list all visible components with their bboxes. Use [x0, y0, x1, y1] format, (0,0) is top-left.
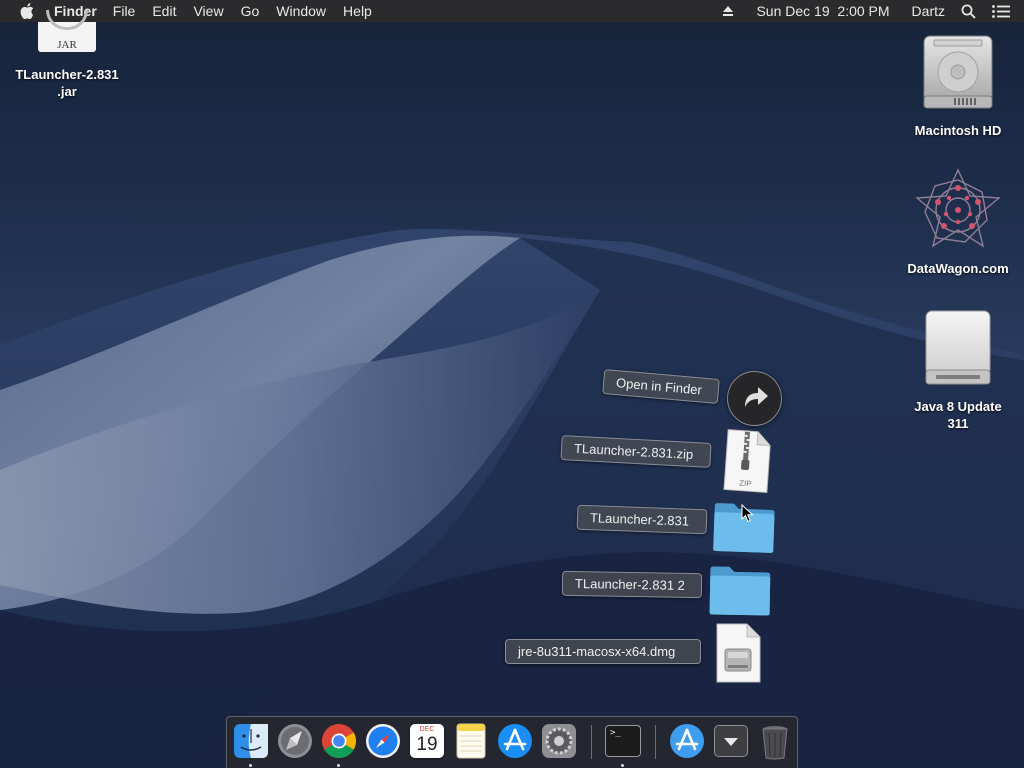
terminal-prompt: >_ [610, 728, 621, 738]
dock-chrome-icon[interactable] [319, 721, 359, 761]
desktop-icon-label: TLauncher-2.831 [15, 67, 119, 82]
desktop-icon-java-update[interactable]: Java 8 Update 311 [898, 308, 1018, 432]
dock-separator [591, 725, 592, 759]
desktop-icon-label: DataWagon.com [907, 261, 1009, 276]
menu-user-name[interactable]: Dartz [912, 3, 945, 19]
apple-menu-icon[interactable] [20, 3, 38, 19]
desktop-icon-label: Macintosh HD [914, 123, 1002, 138]
datawagon-star-icon [915, 168, 1001, 248]
menu-view[interactable]: View [193, 0, 223, 22]
jar-file-icon: JAR [38, 10, 96, 52]
calendar-day: 19 [416, 734, 438, 755]
dock-trash-icon[interactable] [755, 721, 795, 761]
dock-separator [655, 725, 656, 759]
eject-icon[interactable] [722, 5, 734, 17]
dock-finder-icon[interactable] [231, 721, 271, 761]
menu-window[interactable]: Window [276, 0, 326, 22]
dock-calendar-icon[interactable]: DEC 19 [407, 721, 447, 761]
folder-icon[interactable] [709, 565, 772, 616]
notification-center-icon[interactable] [992, 4, 1010, 18]
dock-system-preferences-icon[interactable] [539, 721, 579, 761]
hard-drive-icon [923, 35, 993, 109]
desktop-icon-tlauncher-jar[interactable]: JAR TLauncher-2.831 .jar [0, 10, 134, 100]
dock-terminal-icon[interactable]: >_ [603, 721, 643, 761]
dock-downloads-stack-icon[interactable] [711, 721, 751, 761]
desktop-icon-datawagon[interactable]: DataWagon.com [898, 168, 1018, 277]
jar-badge: JAR [57, 39, 77, 51]
dock-notes-icon[interactable] [451, 721, 491, 761]
stack-item-label[interactable]: TLauncher-2.831 2 [561, 570, 703, 599]
dock-applications-folder-icon[interactable] [667, 721, 707, 761]
dock-safari-icon[interactable] [363, 721, 403, 761]
menu-edit[interactable]: Edit [152, 0, 176, 22]
disk-image-icon[interactable] [715, 623, 761, 683]
menu-extras: Sun Dec 19 2:00 PM Dartz [722, 0, 1024, 22]
removable-disk-icon [925, 310, 991, 385]
desktop-icon-label: 311 [947, 416, 969, 431]
menu-go[interactable]: Go [241, 0, 260, 22]
menu-bar: Finder File Edit View Go Window Help Sun… [0, 0, 1024, 22]
dock: DEC 19 >_ [226, 716, 798, 768]
menu-clock[interactable]: Sun Dec 19 2:00 PM [756, 3, 889, 19]
desktop-icon-label: Java 8 Update [914, 399, 1002, 414]
stack-item-label[interactable]: TLauncher-2.831 [576, 504, 708, 535]
desktop-icon-macintosh-hd[interactable]: Macintosh HD [898, 32, 1018, 139]
open-in-finder-arrow-icon[interactable] [727, 371, 782, 426]
dock-running-indicator [249, 764, 252, 767]
menu-help[interactable]: Help [343, 0, 372, 22]
dock-running-indicator [621, 764, 624, 767]
spotlight-search-icon[interactable] [961, 4, 976, 19]
mouse-cursor-icon [741, 504, 754, 523]
zip-archive-icon[interactable]: ZIP [722, 428, 772, 493]
dock-launchpad-icon[interactable] [275, 721, 315, 761]
stack-item-label[interactable]: jre-8u311-macosx-x64.dmg [505, 639, 701, 664]
dock-running-indicator [337, 764, 340, 767]
dock-app-store-icon[interactable] [495, 721, 535, 761]
menu-file[interactable]: File [113, 0, 136, 22]
calendar-month: DEC [419, 726, 435, 733]
desktop-icon-label: .jar [57, 84, 77, 99]
